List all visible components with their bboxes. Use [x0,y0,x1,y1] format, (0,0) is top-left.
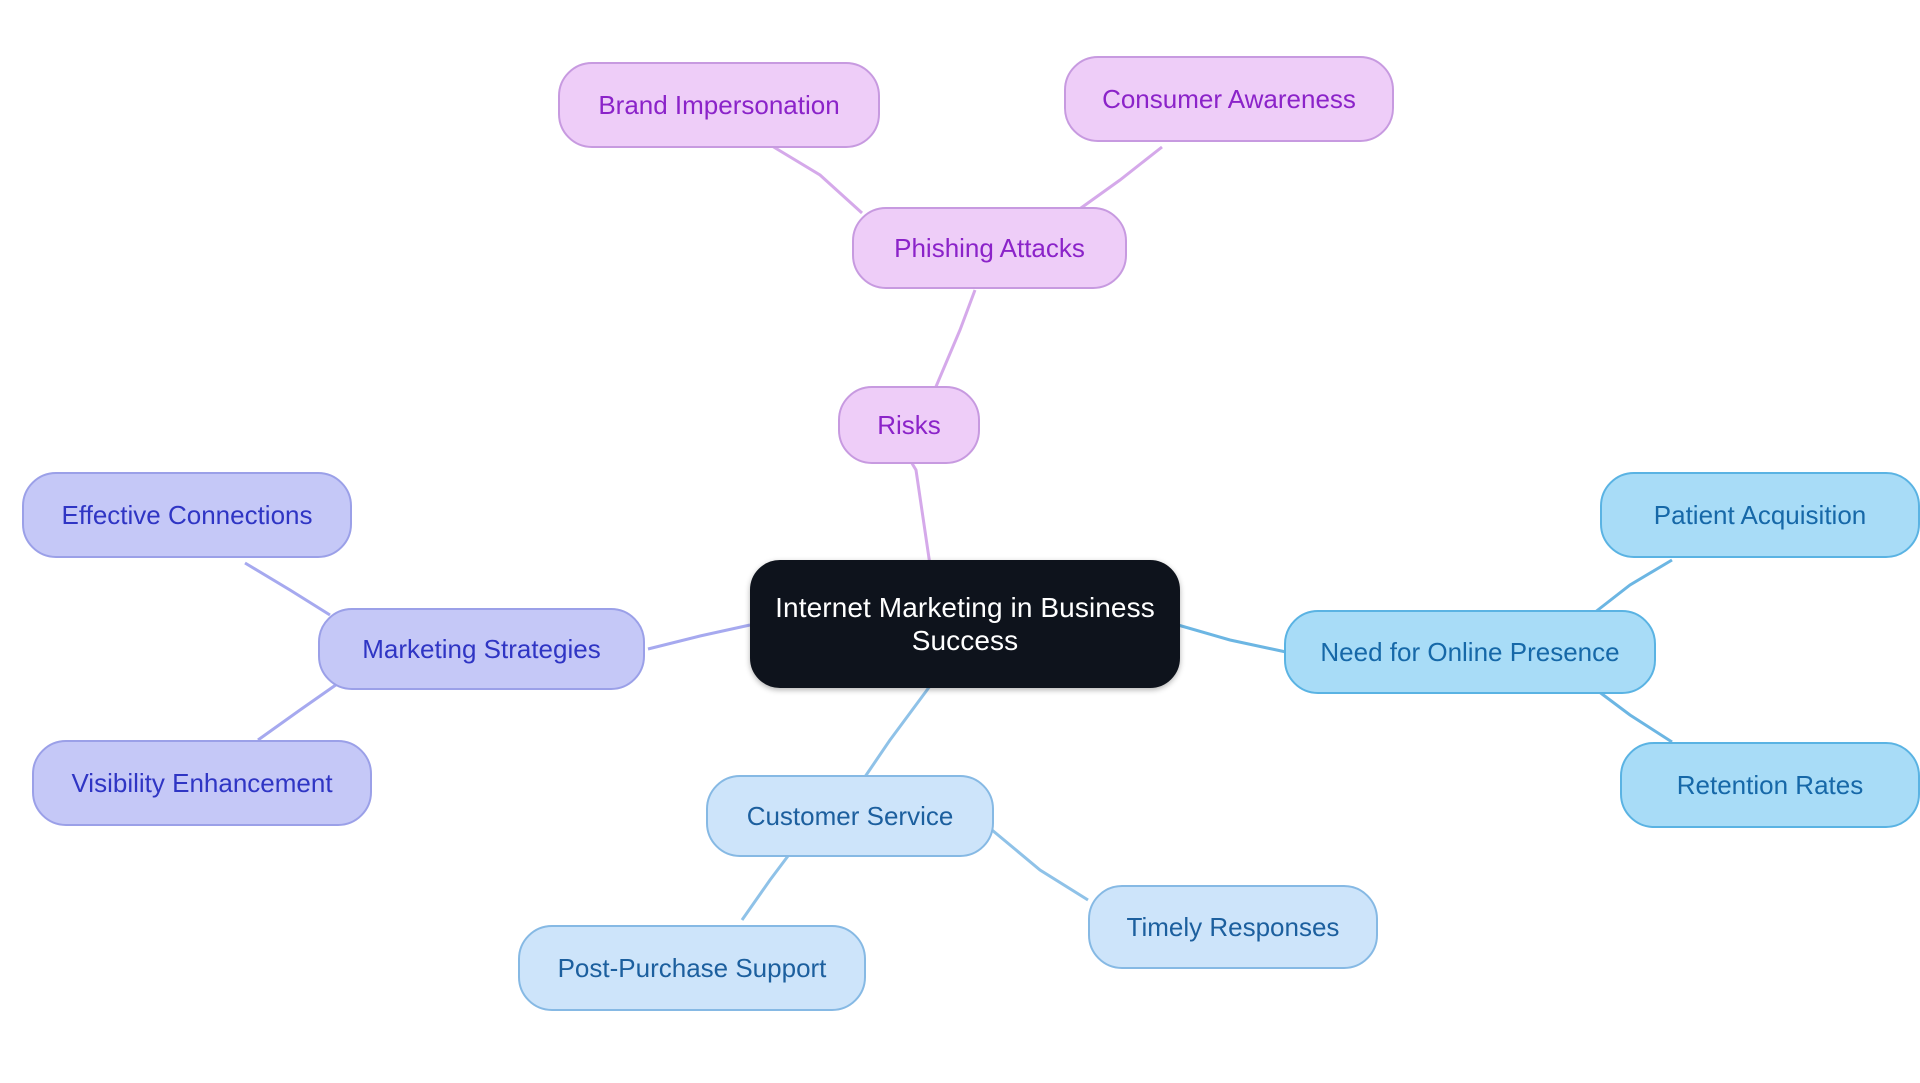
edge-online-patient [1593,558,1673,615]
edge-phishing-consumer [1073,145,1163,215]
edge-marketing-visibility [257,680,341,742]
node-timely-responses[interactable]: Timely Responses [1088,885,1378,969]
node-retention-rates[interactable]: Retention Rates [1620,742,1920,828]
node-effective-connections[interactable]: Effective Connections [22,472,352,558]
edge-root-online [1177,623,1287,654]
edge-root-marketing [647,623,751,651]
edge-phishing-brand [771,144,864,215]
node-patient-acquisition[interactable]: Patient Acquisition [1600,472,1920,558]
edge-customer-timely [991,828,1089,902]
node-consumer-awareness[interactable]: Consumer Awareness [1064,56,1394,142]
mindmap-canvas: Internet Marketing in Business Success R… [0,0,1920,1083]
node-brand-impersonation[interactable]: Brand Impersonation [558,62,880,148]
edge-risks-phishing [930,289,977,397]
node-marketing-strategies[interactable]: Marketing Strategies [318,608,645,690]
edge-marketing-effective [244,561,331,617]
node-root[interactable]: Internet Marketing in Business Success [750,560,1180,688]
node-need-for-online-presence[interactable]: Need for Online Presence [1284,610,1656,694]
node-risks[interactable]: Risks [838,386,980,464]
node-phishing-attacks[interactable]: Phishing Attacks [852,207,1127,289]
edge-root-risks [908,459,932,566]
node-customer-service[interactable]: Customer Service [706,775,994,857]
node-visibility-enhancement[interactable]: Visibility Enhancement [32,740,372,826]
edge-online-retention [1593,686,1673,744]
node-post-purchase-support[interactable]: Post-Purchase Support [518,925,866,1011]
